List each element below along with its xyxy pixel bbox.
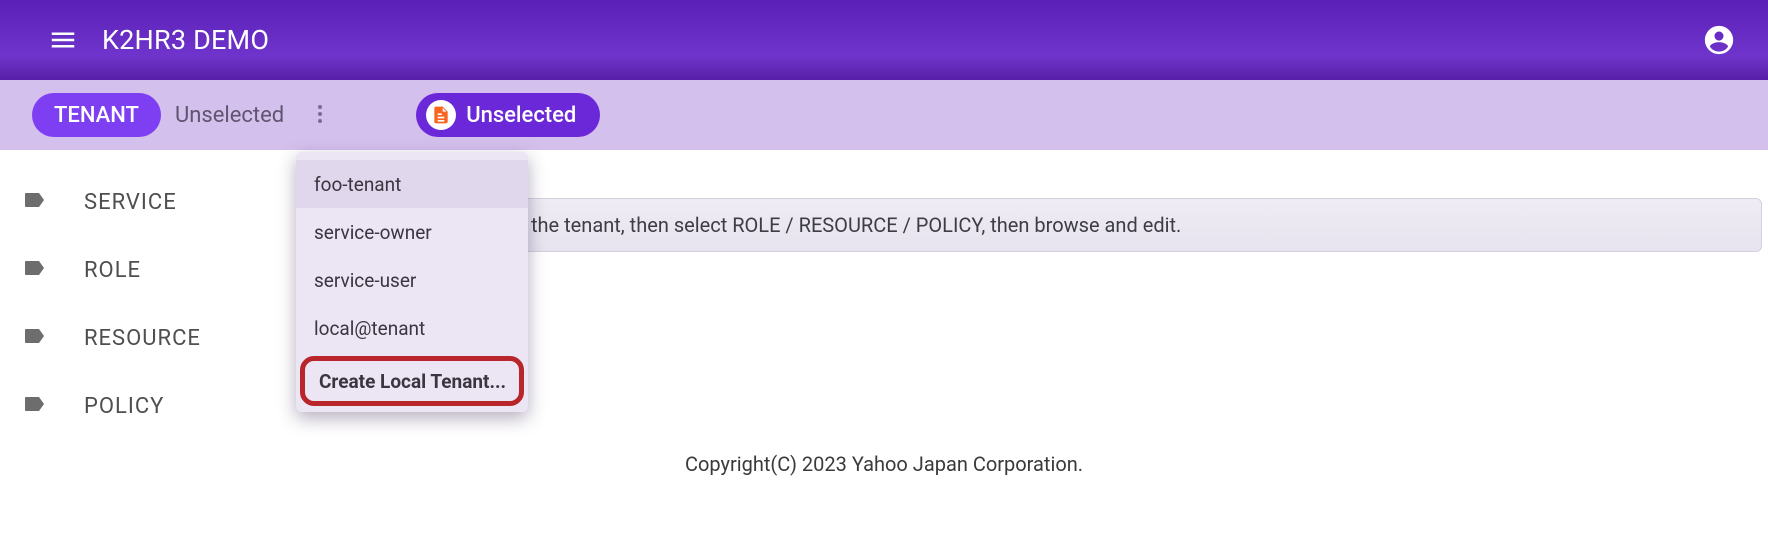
tenant-option-label: local@tenant (314, 317, 425, 340)
label-icon (22, 324, 46, 352)
menu-icon (48, 25, 78, 55)
sidebar-item-policy[interactable]: POLICY (0, 372, 280, 440)
app-title: K2HR3 DEMO (102, 24, 269, 56)
label-icon (22, 392, 46, 420)
footer: Copyright(C) 2023 Yahoo Japan Corporatio… (0, 452, 1768, 476)
tenant-menu-button[interactable] (302, 96, 338, 135)
sidebar-item-service[interactable]: SERVICE (0, 168, 280, 236)
app-bar: K2HR3 DEMO (0, 0, 1768, 80)
tenant-option-label: service-user (314, 269, 416, 292)
sidebar: SERVICE ROLE RESOURCE POLICY (0, 150, 280, 538)
sidebar-item-resource[interactable]: RESOURCE (0, 304, 280, 372)
tenant-chip-label: TENANT (54, 103, 139, 128)
tenant-option-label: foo-tenant (314, 173, 401, 196)
sidebar-item-label: ROLE (84, 258, 141, 283)
status-chip-label: Unselected (466, 103, 576, 128)
tenant-option[interactable]: local@tenant (296, 304, 528, 352)
label-icon (22, 188, 46, 216)
sidebar-item-label: SERVICE (84, 190, 177, 215)
tenant-chip[interactable]: TENANT (32, 93, 161, 137)
tenant-option[interactable]: service-user (296, 256, 528, 304)
sidebar-item-label: POLICY (84, 394, 164, 419)
label-icon (22, 256, 46, 284)
more-vert-icon (308, 102, 332, 126)
account-button[interactable] (1694, 15, 1744, 65)
tenant-selected-value: Unselected (175, 103, 284, 128)
menu-button[interactable] (40, 17, 86, 63)
tenant-option[interactable]: service-owner (296, 208, 528, 256)
sidebar-item-label: RESOURCE (84, 326, 201, 351)
create-local-tenant-label: Create Local Tenant... (319, 370, 506, 393)
copyright-text: Copyright(C) 2023 Yahoo Japan Corporatio… (685, 452, 1083, 476)
tenant-dropdown: foo-tenant service-owner service-user lo… (296, 152, 528, 412)
tenant-option-label: service-owner (314, 221, 432, 244)
create-local-tenant-option[interactable]: Create Local Tenant... (300, 356, 524, 406)
info-banner-text: the tenant, then select ROLE / RESOURCE … (531, 213, 1181, 237)
sidebar-item-role[interactable]: ROLE (0, 236, 280, 304)
status-chip[interactable]: Unselected (416, 93, 600, 137)
sub-toolbar: TENANT Unselected Unselected (0, 80, 1768, 150)
body: SERVICE ROLE RESOURCE POLICY the tenant,… (0, 150, 1768, 538)
tenant-option[interactable]: foo-tenant (296, 160, 528, 208)
account-circle-icon (1702, 23, 1736, 57)
description-icon (426, 100, 456, 130)
